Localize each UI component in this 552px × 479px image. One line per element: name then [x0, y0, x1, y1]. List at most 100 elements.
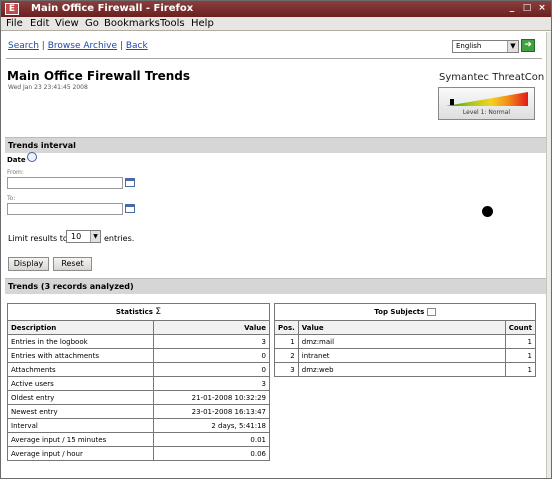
subject-pos: 3 [274, 362, 299, 377]
stat-value: 3 [152, 334, 271, 349]
stat-desc: Average input / 15 minutes [7, 432, 154, 447]
nav-separator: | [119, 41, 123, 51]
stat-value: 21-01-2008 10:32:29 [152, 390, 271, 405]
chevron-down-icon: ▼ [90, 231, 100, 242]
from-date-input[interactable] [7, 177, 123, 189]
threatcon-marker [450, 99, 454, 105]
to-date-input[interactable] [7, 203, 123, 215]
subject-value[interactable]: dmz:web [297, 362, 506, 377]
mouse-cursor [482, 206, 493, 217]
subject-value[interactable]: intranet [297, 348, 506, 363]
subject-count: 1 [504, 348, 537, 363]
table-row: Average input / 15 minutes 0.01 [7, 432, 271, 447]
nav-links: Search | Browse Archive | Back [8, 41, 148, 51]
calendar-icon[interactable] [125, 178, 135, 187]
trends-interval-heading: Trends interval [5, 137, 547, 153]
top-subjects-caption-text: Top Subjects [374, 308, 425, 316]
sigma-icon: Σ [155, 307, 162, 317]
stat-value: 2 days, 5:41:18 [152, 418, 271, 433]
table-row: Active users 3 [7, 376, 271, 391]
trends-heading: Trends (3 records analyzed) [5, 278, 547, 294]
minimize-button[interactable]: _ [506, 3, 518, 14]
menu-bar: File Edit View Go Bookmarks Tools Help [1, 17, 551, 31]
page-title: Main Office Firewall Trends [7, 69, 191, 83]
threatcon-label: Symantec ThreatCon [439, 72, 545, 83]
date-label: Date [7, 156, 26, 164]
to-label: To: [7, 195, 16, 202]
table-row: 2 intranet 1 [274, 348, 537, 363]
from-label: From: [7, 169, 24, 176]
top-subjects-caption: Top Subjects [274, 303, 536, 321]
top-subjects-table: Top Subjects Pos. Value Count 1 dmz:mail 1… [274, 303, 537, 377]
menu-file[interactable]: File [6, 17, 23, 31]
menu-go[interactable]: Go [85, 17, 99, 31]
stat-desc: Active users [7, 376, 154, 391]
display-button[interactable]: Display [8, 257, 49, 271]
table-row: Average input / hour 0.06 [7, 446, 271, 461]
limit-select-value: 10 [71, 232, 82, 241]
statistics-caption-text: Statistics [115, 308, 153, 316]
threatcon-bar [446, 92, 528, 106]
info-icon[interactable] [27, 152, 37, 162]
subject-count: 1 [504, 362, 537, 377]
limit-suffix: entries. [104, 234, 135, 243]
subject-pos: 2 [274, 348, 299, 363]
table-row: 1 dmz:mail 1 [274, 334, 537, 349]
browser-window: E Main Office Firewall - Firefox _ □ × F… [0, 0, 552, 479]
table-row: Entries with attachments 0 [7, 348, 271, 363]
subject-value[interactable]: dmz:mail [297, 334, 506, 349]
stat-value: 3 [152, 376, 271, 391]
column-header-description: Description [7, 320, 154, 335]
limit-select[interactable]: 10 ▼ [66, 230, 101, 243]
stat-value: 0 [152, 348, 271, 363]
stat-desc: Oldest entry [7, 390, 154, 405]
table-row: Entries in the logbook 3 [7, 334, 271, 349]
statistics-caption: Statistics Σ [7, 303, 270, 321]
menu-view[interactable]: View [55, 17, 79, 31]
stat-value: 0 [152, 362, 271, 377]
search-link[interactable]: Search [8, 41, 39, 51]
back-link[interactable]: Back [126, 41, 148, 51]
table-row: Interval 2 days, 5:41:18 [7, 418, 271, 433]
language-go-button[interactable]: ➜ [521, 39, 535, 52]
column-header-count: Count [504, 320, 537, 335]
stat-desc: Attachments [7, 362, 154, 377]
stat-desc: Newest entry [7, 404, 154, 419]
chart-toggle-icon[interactable] [426, 308, 436, 316]
threatcon-gauge[interactable]: Level 1: Normal [438, 87, 535, 120]
nav-separator: | [41, 41, 45, 51]
calendar-icon[interactable] [125, 204, 135, 213]
subject-count: 1 [504, 334, 537, 349]
stat-desc: Interval [7, 418, 154, 433]
browse-archive-link[interactable]: Browse Archive [48, 41, 117, 51]
window-title: Main Office Firewall - Firefox [31, 3, 194, 14]
limit-prefix: Limit results to [8, 234, 68, 243]
chevron-down-icon: ▼ [507, 41, 518, 52]
close-button[interactable]: × [536, 3, 548, 14]
title-bar: E Main Office Firewall - Firefox _ □ × [1, 1, 551, 17]
table-row: Newest entry 23-01-2008 16:13:47 [7, 404, 271, 419]
stat-desc: Average input / hour [7, 446, 154, 461]
page-timestamp: Wed Jan 23 23:41:45 2008 [8, 84, 88, 91]
app-icon[interactable]: E [5, 3, 19, 15]
column-header-pos: Pos. [274, 320, 299, 335]
table-row: Attachments 0 [7, 362, 271, 377]
stat-value: 23-01-2008 16:13:47 [152, 404, 271, 419]
language-select-value: English [456, 42, 482, 50]
menu-help[interactable]: Help [191, 17, 214, 31]
menu-tools[interactable]: Tools [160, 17, 185, 31]
statistics-table: Statistics Σ Description Value Entries i… [7, 303, 271, 461]
threatcon-level: Level 1: Normal [462, 109, 511, 116]
table-row: 3 dmz:web 1 [274, 362, 537, 377]
language-select[interactable]: English ▼ [452, 40, 519, 53]
scrollbar[interactable] [546, 32, 551, 478]
stat-desc: Entries with attachments [7, 348, 154, 363]
stat-value: 0.06 [152, 446, 271, 461]
menu-bookmarks[interactable]: Bookmarks [104, 17, 160, 31]
stat-desc: Entries in the logbook [7, 334, 154, 349]
column-header-value: Value [152, 320, 271, 335]
maximize-button[interactable]: □ [521, 3, 533, 14]
stat-value: 0.01 [152, 432, 271, 447]
menu-edit[interactable]: Edit [30, 17, 49, 31]
reset-button[interactable]: Reset [53, 257, 92, 271]
